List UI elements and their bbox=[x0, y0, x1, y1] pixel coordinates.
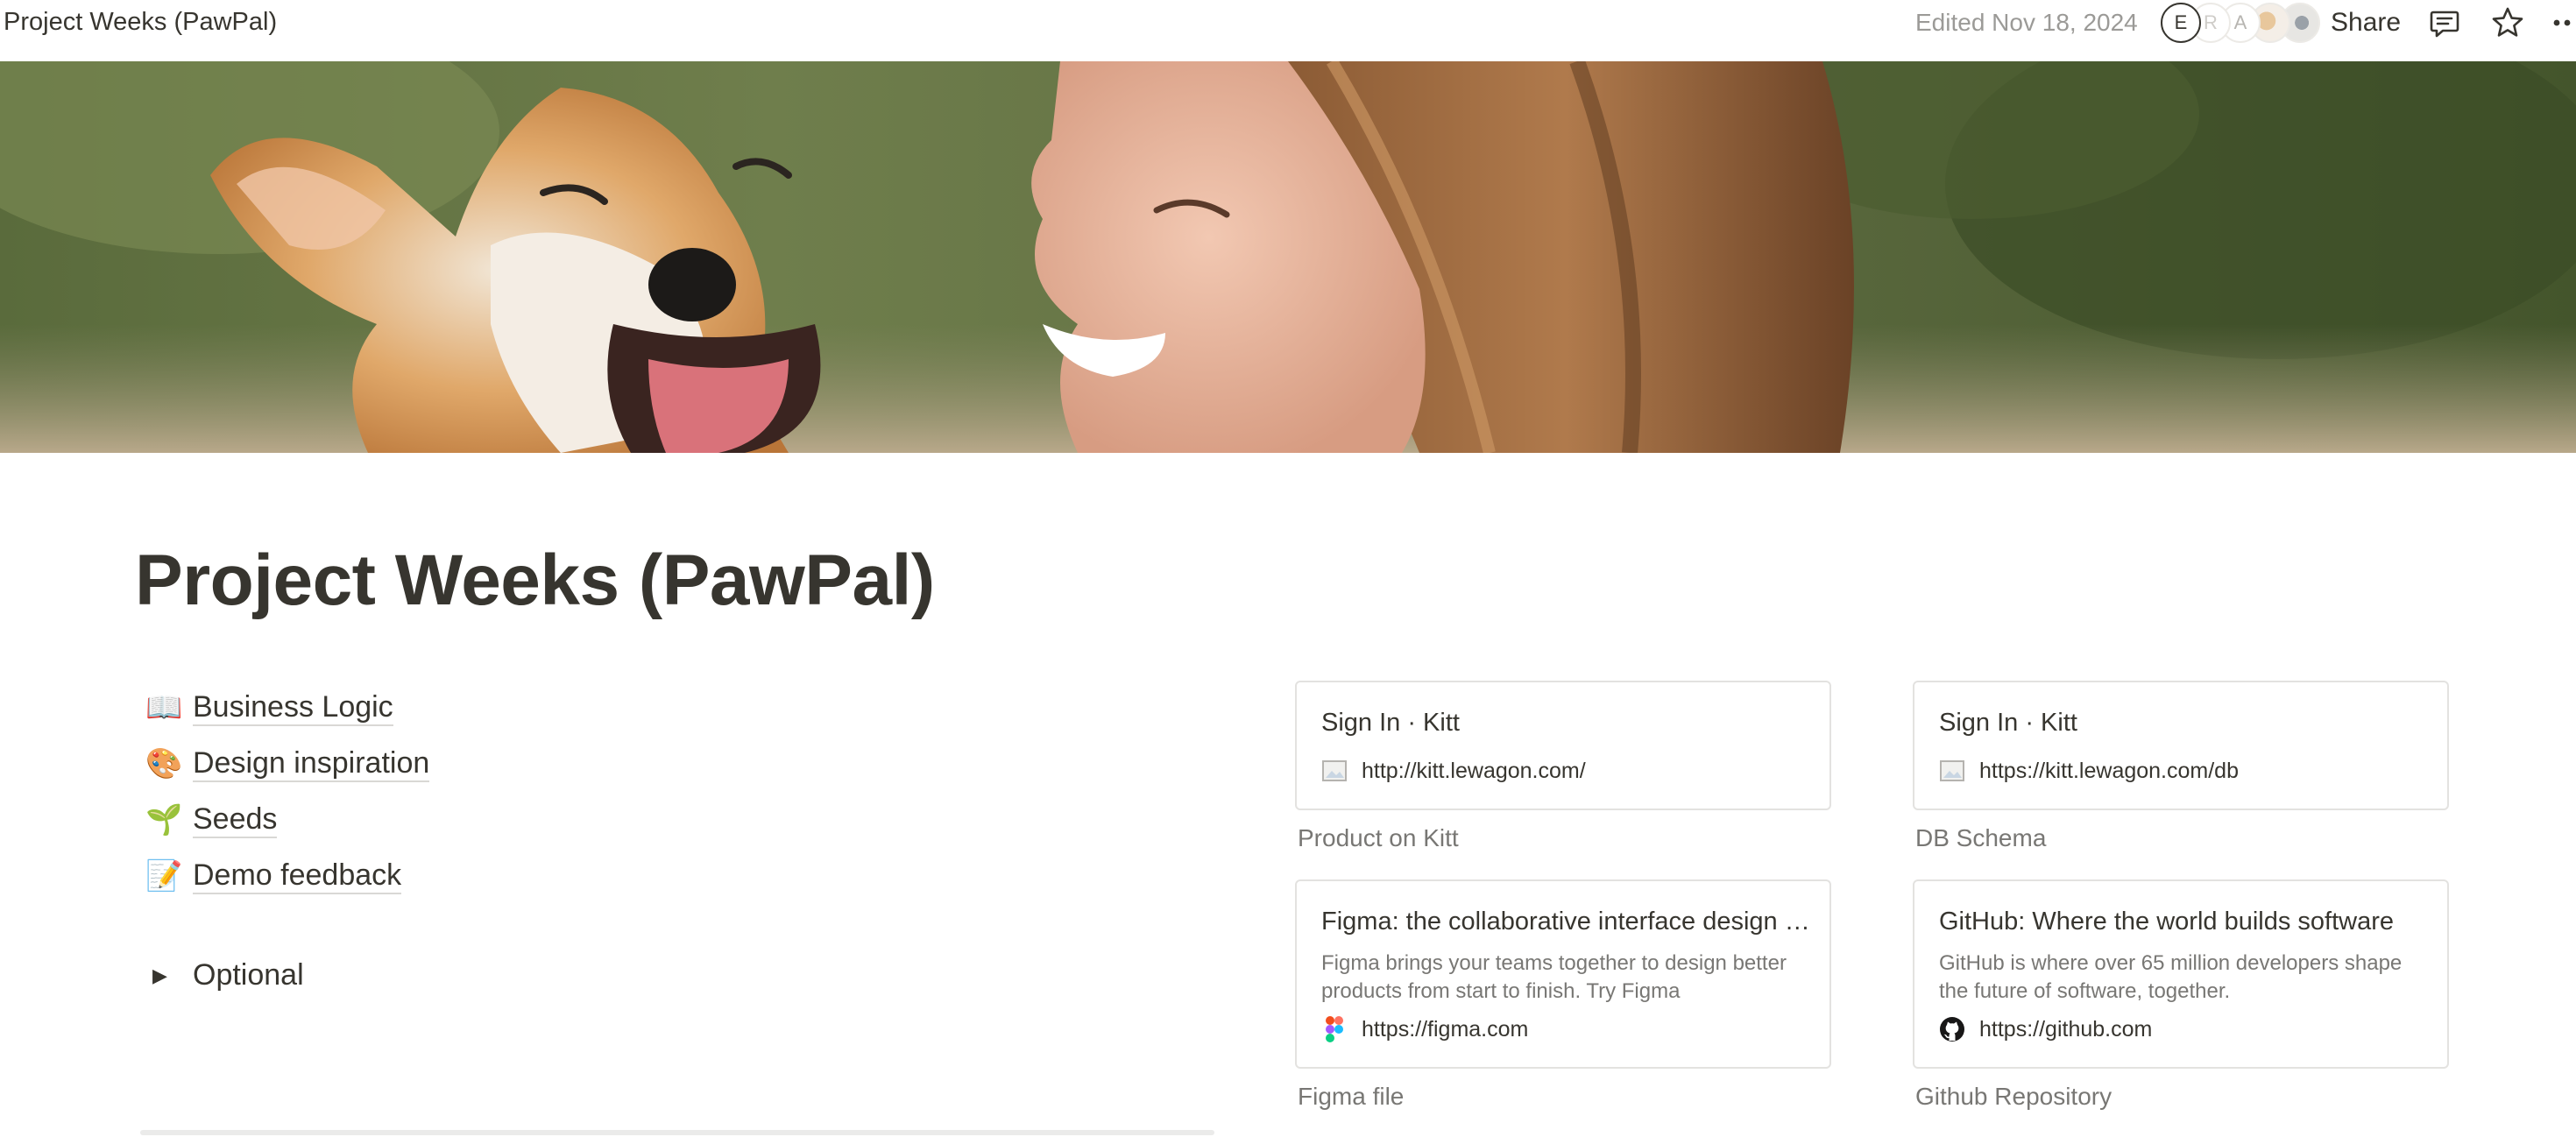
bookmark-url-text: http://kitt.lewagon.com/ bbox=[1362, 758, 1586, 783]
collaborator-avatars[interactable]: E R A bbox=[2161, 3, 2320, 43]
memo-icon: 📝 bbox=[145, 859, 183, 893]
book-icon: 📖 bbox=[145, 691, 183, 724]
share-button[interactable]: Share bbox=[2331, 8, 2401, 38]
bookmark-url: http://kitt.lewagon.com/ bbox=[1321, 758, 1586, 784]
top-bar: Project Weeks (PawPal) Edited Nov 18, 20… bbox=[0, 0, 2576, 46]
bookmark-url: https://kitt.lewagon.com/db bbox=[1939, 758, 2239, 784]
bookmark-card-db-schema[interactable]: Sign In · Kitt https://kitt.lewagon.com/… bbox=[1913, 681, 2449, 810]
bookmark-caption[interactable]: Github Repository bbox=[1915, 1083, 2112, 1111]
page-links-list: 📖 Business Logic 🎨 Design inspiration 🌱 … bbox=[145, 680, 1197, 904]
last-edited-label: Edited Nov 18, 2024 bbox=[1915, 9, 2138, 36]
divider bbox=[140, 1130, 1214, 1135]
cover-photo bbox=[0, 61, 2576, 453]
page-link-business-logic[interactable]: 📖 Business Logic bbox=[145, 680, 1197, 736]
cover-image[interactable] bbox=[0, 61, 2576, 453]
bookmark-url-text: https://kitt.lewagon.com/db bbox=[1979, 758, 2239, 783]
toggle-optional[interactable]: ▶ Optional bbox=[145, 958, 304, 992]
image-placeholder-icon bbox=[1939, 758, 1965, 784]
page-link-demo-feedback[interactable]: 📝 Demo feedback bbox=[145, 848, 1197, 904]
breadcrumb[interactable]: Project Weeks (PawPal) bbox=[4, 8, 277, 37]
page-link-label[interactable]: Business Logic bbox=[193, 689, 393, 726]
bookmark-card-kitt[interactable]: Sign In · Kitt http://kitt.lewagon.com/ bbox=[1295, 681, 1831, 810]
page-link-label[interactable]: Demo feedback bbox=[193, 858, 402, 894]
page-link-label[interactable]: Seeds bbox=[193, 802, 278, 838]
bookmark-caption[interactable]: Product on Kitt bbox=[1298, 824, 1459, 852]
page-title[interactable]: Project Weeks (PawPal) bbox=[135, 540, 935, 622]
figma-icon bbox=[1321, 1016, 1348, 1042]
bookmark-url: https://github.com bbox=[1939, 1016, 2152, 1042]
bookmark-title: Figma: the collaborative interface desig… bbox=[1321, 907, 1812, 936]
palette-icon: 🎨 bbox=[145, 747, 183, 780]
bookmark-description: Figma brings your teams together to desi… bbox=[1321, 951, 1787, 1003]
image-placeholder-icon bbox=[1321, 758, 1348, 784]
bookmark-url: https://figma.com bbox=[1321, 1016, 1528, 1042]
seedling-icon: 🌱 bbox=[145, 803, 183, 837]
github-icon bbox=[1939, 1016, 1965, 1042]
bookmark-caption[interactable]: Figma file bbox=[1298, 1083, 1404, 1111]
comment-icon[interactable] bbox=[2427, 5, 2462, 40]
more-options-icon[interactable] bbox=[2551, 5, 2576, 40]
bookmark-caption[interactable]: DB Schema bbox=[1915, 824, 2046, 852]
toggle-label: Optional bbox=[193, 958, 304, 992]
page-link-seeds[interactable]: 🌱 Seeds bbox=[145, 792, 1197, 848]
bookmark-card-figma[interactable]: Figma: the collaborative interface desig… bbox=[1295, 879, 1831, 1069]
bookmark-description: GitHub is where over 65 million develope… bbox=[1939, 951, 2403, 1003]
triangle-right-icon[interactable]: ▶ bbox=[145, 964, 193, 987]
star-icon[interactable] bbox=[2490, 5, 2525, 40]
page-link-label[interactable]: Design inspiration bbox=[193, 745, 430, 782]
bookmark-url-text: https://figma.com bbox=[1362, 1016, 1529, 1042]
bookmark-title: Sign In · Kitt bbox=[1939, 709, 2077, 737]
page-link-design-inspiration[interactable]: 🎨 Design inspiration bbox=[145, 736, 1197, 792]
bookmark-title: Sign In · Kitt bbox=[1321, 709, 1460, 737]
bookmark-url-text: https://github.com bbox=[1979, 1016, 2153, 1042]
avatar[interactable]: E bbox=[2161, 3, 2201, 43]
bookmark-card-github[interactable]: GitHub: Where the world builds software … bbox=[1913, 879, 2449, 1069]
bookmark-title: GitHub: Where the world builds software bbox=[1939, 907, 2394, 936]
